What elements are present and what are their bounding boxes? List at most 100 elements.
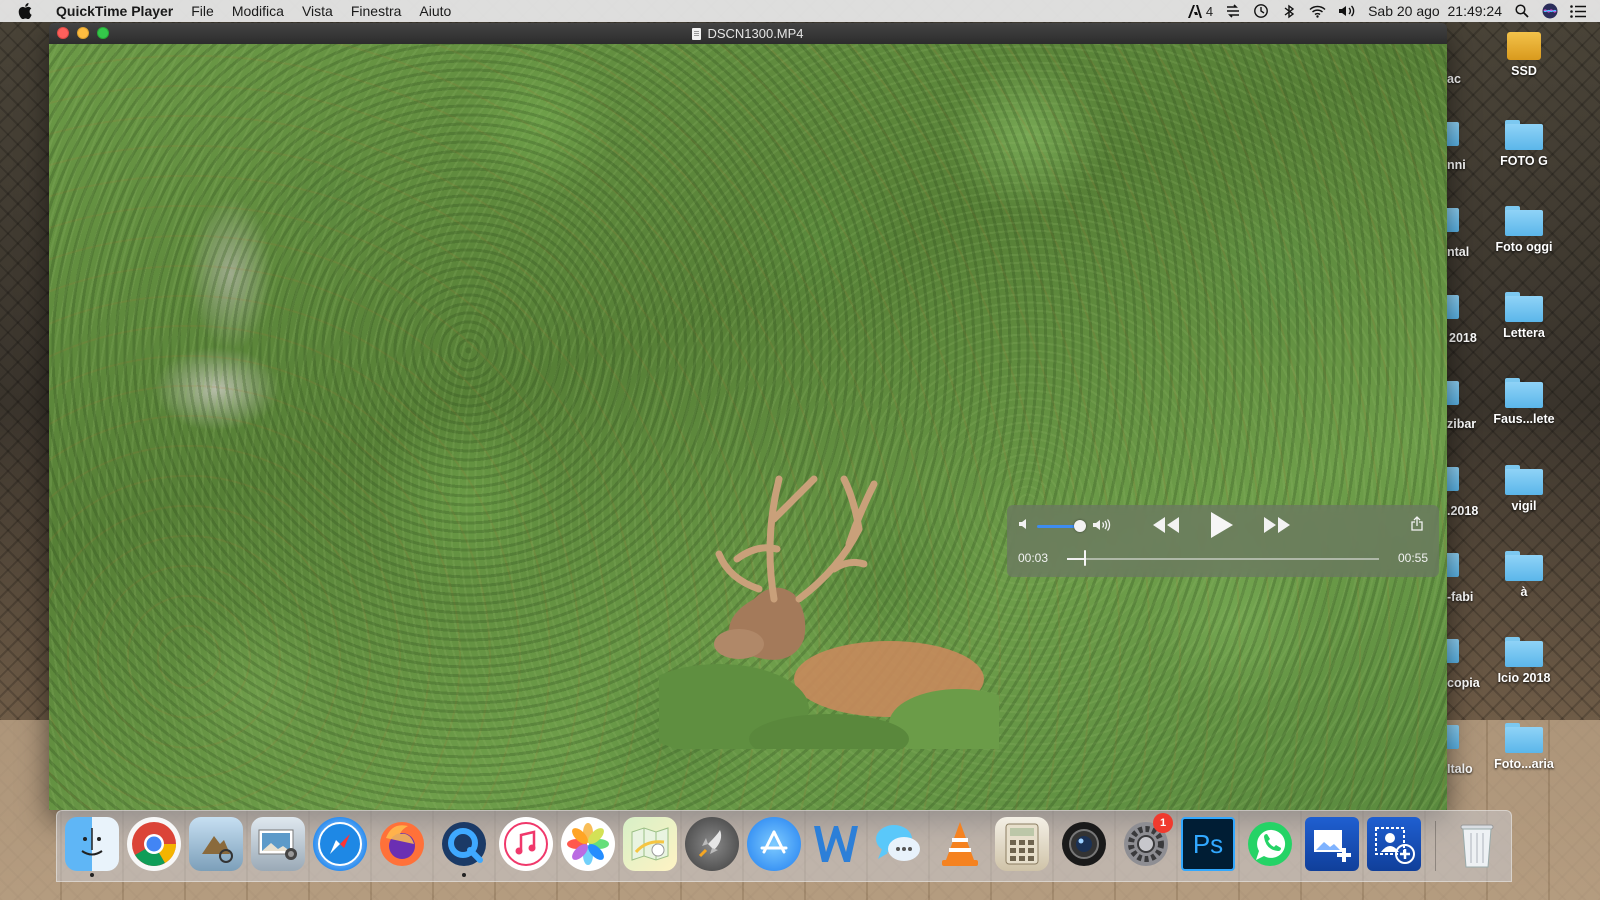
- desktop-icon-foto-aria[interactable]: Foto...aria: [1484, 723, 1564, 771]
- messages-icon: [876, 825, 920, 861]
- dock-whatsapp[interactable]: [1243, 817, 1297, 871]
- menu-vista[interactable]: Vista: [293, 3, 342, 19]
- desktop-icon-label: FOTO G: [1500, 154, 1548, 168]
- dock-chrome[interactable]: [127, 817, 181, 871]
- dock-photos[interactable]: [561, 817, 615, 871]
- dock-vlc[interactable]: [933, 817, 987, 871]
- finder-icon: [81, 828, 103, 856]
- itunes-icon: [504, 822, 548, 866]
- adobe-count: 4: [1205, 3, 1214, 19]
- desktop-icon-a[interactable]: à: [1484, 551, 1564, 599]
- dock-calculator[interactable]: [995, 817, 1049, 871]
- desktop-icon-foto-oggi[interactable]: Foto oggi: [1484, 206, 1564, 254]
- siri-icon[interactable]: [1542, 3, 1558, 19]
- window-title-text: DSCN1300.MP4: [707, 26, 804, 41]
- menu-finestra[interactable]: Finestra: [342, 3, 411, 19]
- menu-aiuto[interactable]: Aiuto: [410, 3, 460, 19]
- partial-folder-icon: [1447, 725, 1459, 749]
- partial-desktop-label[interactable]: ntal: [1447, 245, 1469, 259]
- photos-icon: [567, 823, 609, 865]
- window-titlebar[interactable]: DSCN1300.MP4: [49, 23, 1447, 44]
- rewind-button[interactable]: [1153, 517, 1179, 536]
- adobe-status-icon[interactable]: 4: [1187, 3, 1214, 19]
- dock-launchpad[interactable]: [685, 817, 739, 871]
- dock-preview[interactable]: [189, 817, 243, 871]
- window-title: DSCN1300.MP4: [692, 26, 804, 41]
- dock-itunes[interactable]: [499, 817, 553, 871]
- close-button[interactable]: [57, 27, 69, 39]
- menu-clock[interactable]: Sab 20 ago 21:49:24: [1368, 3, 1502, 19]
- desktop-icon-label: Lettera: [1503, 326, 1545, 340]
- desktop-icon-label: Foto...aria: [1494, 757, 1554, 771]
- menu-bar: QuickTime Player File Modifica Vista Fin…: [0, 0, 1600, 22]
- firefox-icon: [380, 822, 424, 866]
- partial-desktop-label[interactable]: ac: [1447, 72, 1461, 86]
- window-controls: [57, 27, 109, 39]
- drive-icon: [1507, 32, 1541, 60]
- trash-icon: [1460, 824, 1494, 868]
- minimize-button[interactable]: [77, 27, 89, 39]
- desktop-icon-ssd[interactable]: SSD: [1484, 32, 1564, 78]
- folder-icon: [1505, 120, 1543, 150]
- menu-file[interactable]: File: [182, 3, 223, 19]
- desktop-icon-label: Foto oggi: [1495, 240, 1553, 254]
- scrubber-handle[interactable]: [1084, 550, 1087, 566]
- volume-max-icon[interactable]: [1092, 518, 1112, 535]
- contact-add-icon: [1375, 827, 1415, 864]
- player-controls: 00:03 00:55: [1007, 505, 1439, 577]
- dock-system-preferences[interactable]: 1: [1119, 813, 1173, 871]
- desktop-icon-icio-2018[interactable]: Icio 2018: [1484, 637, 1564, 685]
- menu-modifica[interactable]: Modifica: [223, 3, 293, 19]
- dock-image-editor[interactable]: [1305, 817, 1359, 871]
- dock-word[interactable]: [809, 817, 863, 871]
- desktop-icon-lettera[interactable]: Lettera: [1484, 292, 1564, 340]
- video-frame[interactable]: 00:03 00:55: [49, 44, 1447, 810]
- partial-folder-icon: [1447, 553, 1459, 577]
- dock-contact-add[interactable]: [1367, 817, 1421, 871]
- partial-desktop-label[interactable]: 2018: [1449, 331, 1477, 345]
- partial-folder-icon: [1447, 122, 1459, 146]
- partial-desktop-label[interactable]: Italo: [1447, 762, 1473, 776]
- dock-finder[interactable]: [65, 817, 119, 877]
- sync-icon[interactable]: [1225, 3, 1241, 19]
- desktop-icon-label: Icio 2018: [1497, 671, 1551, 685]
- play-button[interactable]: [1211, 512, 1233, 541]
- dock-messages[interactable]: [871, 817, 925, 871]
- folder-icon: [1505, 378, 1543, 408]
- dock-photoshop[interactable]: Ps: [1181, 817, 1235, 871]
- scrubber-track[interactable]: [1067, 558, 1379, 560]
- wifi-icon[interactable]: [1309, 3, 1326, 19]
- spotlight-search-icon[interactable]: [1514, 3, 1530, 19]
- desktop-icon-vigil[interactable]: vigil: [1484, 465, 1564, 513]
- time-machine-icon[interactable]: [1253, 3, 1269, 19]
- scrubber-progress: [1067, 558, 1085, 560]
- fullscreen-button[interactable]: [97, 27, 109, 39]
- apple-menu-icon[interactable]: [18, 3, 40, 19]
- partial-desktop-label[interactable]: nni: [1447, 158, 1466, 172]
- partial-folder-icon: [1447, 295, 1459, 319]
- desktop-icon-faus-lete[interactable]: Faus...lete: [1484, 378, 1564, 426]
- share-icon[interactable]: [1411, 516, 1423, 534]
- dock-firefox[interactable]: [375, 817, 429, 871]
- dock-maps[interactable]: [623, 817, 677, 871]
- notification-center-icon[interactable]: [1570, 3, 1586, 19]
- desktop-icon-foto-g[interactable]: FOTO G: [1484, 120, 1564, 168]
- bluetooth-icon[interactable]: [1281, 3, 1297, 19]
- partial-desktop-label[interactable]: zibar: [1447, 417, 1476, 431]
- volume-mute-icon[interactable]: [1018, 518, 1031, 533]
- dock-photo-booth[interactable]: [1057, 817, 1111, 871]
- menu-app-name[interactable]: QuickTime Player: [52, 3, 182, 19]
- partial-desktop-label[interactable]: .2018: [1447, 504, 1478, 518]
- partial-desktop-label[interactable]: copia: [1447, 676, 1480, 690]
- dock-quicktime[interactable]: [437, 817, 491, 877]
- image-editor-icon: [1314, 830, 1351, 862]
- dock-trash[interactable]: [1450, 817, 1504, 871]
- partial-desktop-label[interactable]: -fabi: [1447, 590, 1473, 604]
- dock-safari[interactable]: [313, 817, 367, 871]
- volume-icon[interactable]: [1338, 3, 1356, 19]
- dock-image-capture[interactable]: [251, 817, 305, 871]
- volume-slider-knob[interactable]: [1073, 520, 1086, 532]
- folder-icon: [1505, 292, 1543, 322]
- dock-app-store[interactable]: [747, 817, 801, 871]
- fast-forward-button[interactable]: [1264, 517, 1290, 536]
